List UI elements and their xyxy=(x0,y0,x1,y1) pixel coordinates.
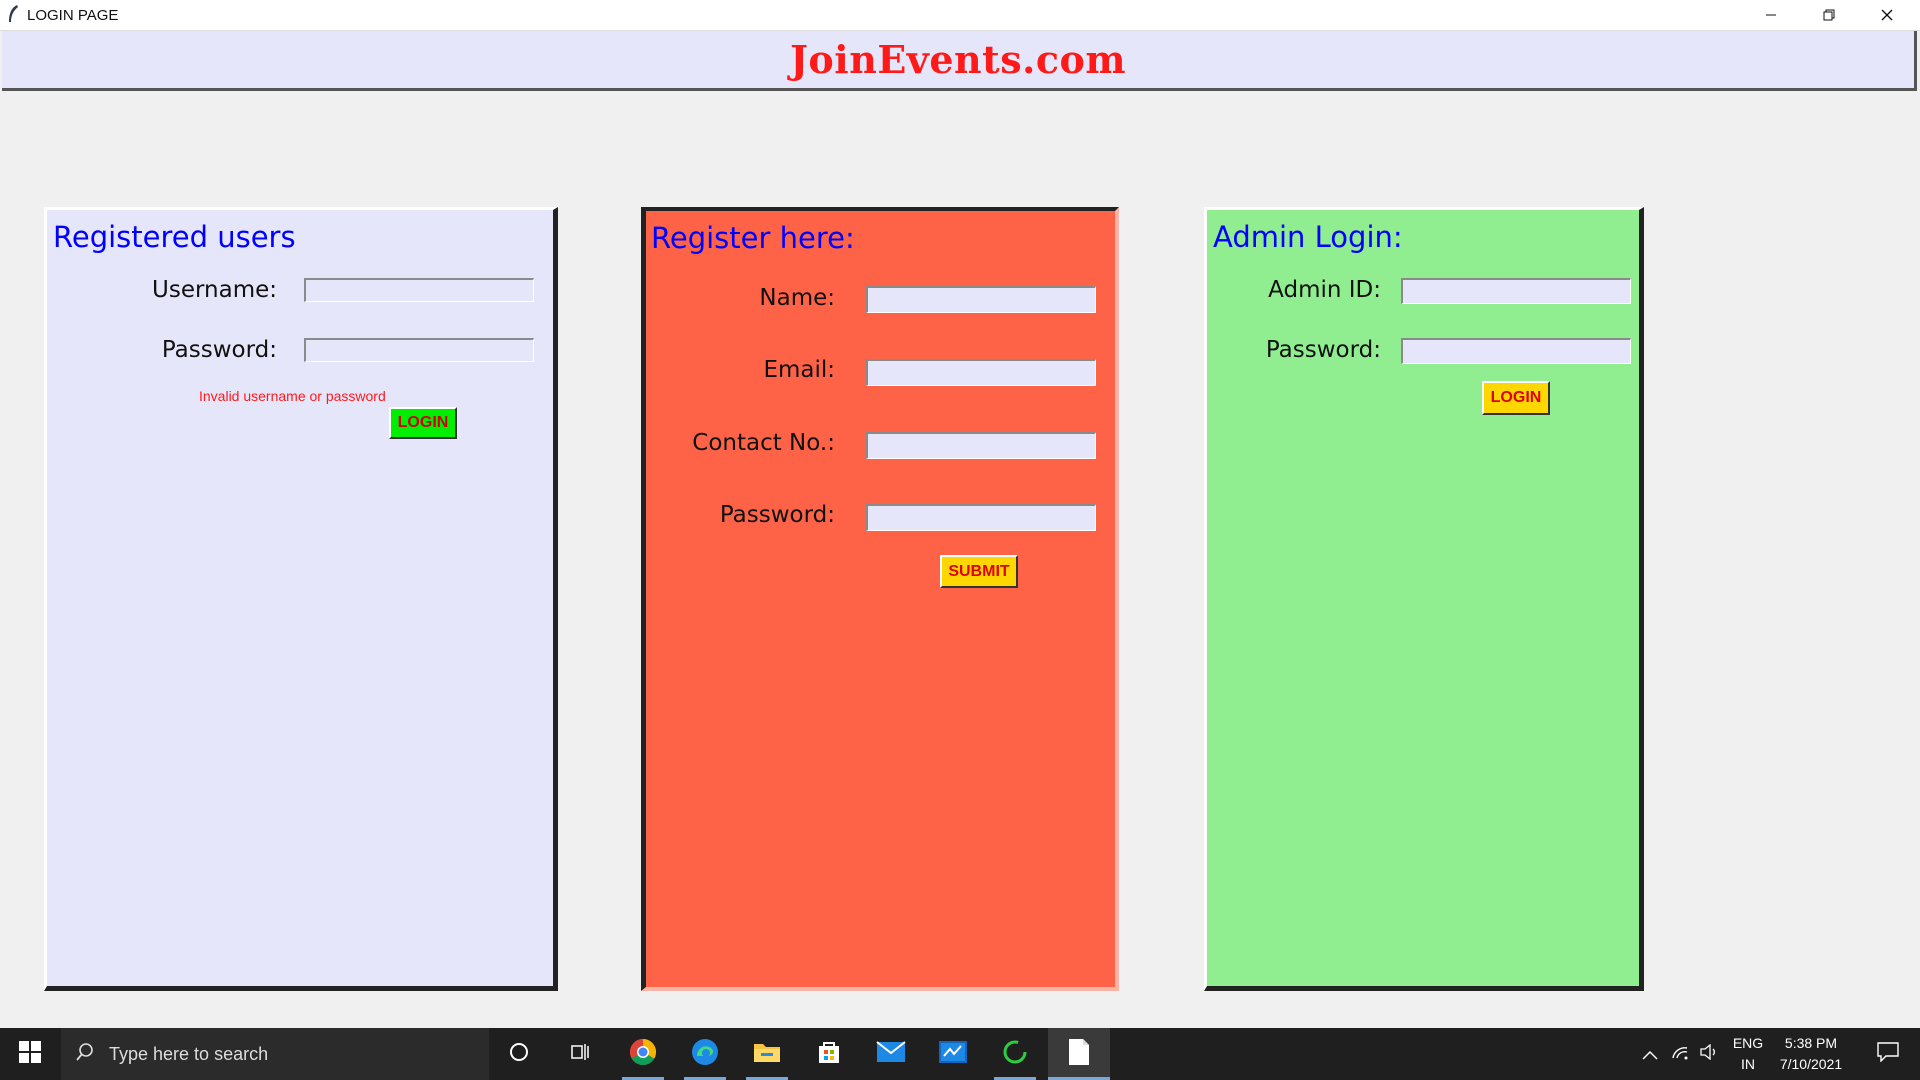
start-button[interactable] xyxy=(0,1028,60,1080)
user-login-button[interactable]: LOGIN xyxy=(389,407,457,439)
register-title: Register here: xyxy=(651,221,855,255)
window-title: LOGIN PAGE xyxy=(27,7,119,24)
minimize-button[interactable] xyxy=(1742,0,1800,30)
restore-icon xyxy=(1823,6,1835,25)
search-placeholder: Type here to search xyxy=(109,1043,269,1064)
contact-input[interactable] xyxy=(866,432,1096,459)
close-button[interactable] xyxy=(1858,0,1916,30)
network-icon xyxy=(1671,1044,1689,1064)
notepad-icon xyxy=(1068,1038,1090,1070)
restore-button[interactable] xyxy=(1800,0,1858,30)
mail-taskbar-button[interactable] xyxy=(866,1028,916,1080)
registered-users-panel: Registered users Username: Password: Inv… xyxy=(44,207,558,991)
header-banner: JoinEvents.com xyxy=(2,31,1917,91)
input-region[interactable]: IN xyxy=(1728,1056,1768,1072)
task-view-icon xyxy=(569,1041,591,1067)
contact-label: Contact No.: xyxy=(692,430,835,456)
password-label: Password: xyxy=(161,337,277,363)
admin-login-title: Admin Login: xyxy=(1213,220,1403,254)
edge-taskbar-button[interactable] xyxy=(680,1028,730,1080)
login-page-taskbar-button[interactable] xyxy=(1048,1028,1110,1080)
close-icon xyxy=(1881,6,1893,25)
edge-icon xyxy=(691,1038,719,1070)
admin-id-input[interactable] xyxy=(1401,278,1631,304)
task-view-button[interactable] xyxy=(555,1028,605,1080)
taskbar-search[interactable]: Type here to search xyxy=(61,1028,489,1080)
register-password-label: Password: xyxy=(719,502,835,528)
admin-password-input[interactable] xyxy=(1401,338,1631,364)
clock-date[interactable]: 7/10/2021 xyxy=(1770,1056,1852,1072)
store-icon xyxy=(816,1039,842,1069)
windows-taskbar: Type here to search ENG IN 5:38 PM 7/10/… xyxy=(0,1028,1920,1080)
admin-login-panel: Admin Login: Admin ID: Password: LOGIN xyxy=(1204,207,1644,991)
file-explorer-taskbar-button[interactable] xyxy=(742,1028,792,1080)
show-hidden-icons-button[interactable] xyxy=(1638,1028,1662,1080)
admin-password-label: Password: xyxy=(1265,337,1381,363)
chevron-up-icon xyxy=(1642,1045,1658,1064)
username-label: Username: xyxy=(152,277,277,303)
clock-time[interactable]: 5:38 PM xyxy=(1770,1035,1852,1051)
register-panel: Register here: Name: Email: Contact No.:… xyxy=(641,207,1119,991)
cortana-button[interactable] xyxy=(494,1028,544,1080)
volume-icon xyxy=(1699,1043,1719,1064)
volume-button[interactable] xyxy=(1696,1028,1722,1080)
error-message: Invalid username or password xyxy=(199,388,386,404)
brand-title: JoinEvents.com xyxy=(789,37,1127,82)
network-button[interactable] xyxy=(1668,1028,1692,1080)
feather-icon xyxy=(6,4,20,29)
search-icon xyxy=(75,1042,95,1067)
cortana-icon xyxy=(508,1041,530,1067)
register-password-input[interactable] xyxy=(866,504,1096,531)
loading-ring-icon xyxy=(1001,1038,1029,1070)
window-titlebar: LOGIN PAGE xyxy=(0,0,1920,31)
windows-start-icon xyxy=(19,1041,41,1067)
minimize-icon xyxy=(1765,6,1777,25)
notification-center-button[interactable] xyxy=(1864,1028,1912,1080)
chrome-icon xyxy=(629,1038,657,1070)
name-input[interactable] xyxy=(866,286,1096,313)
submit-button[interactable]: SUBMIT xyxy=(940,555,1018,588)
whiteboard-icon xyxy=(938,1040,968,1068)
notification-icon xyxy=(1877,1042,1899,1066)
email-input[interactable] xyxy=(866,359,1096,386)
store-taskbar-button[interactable] xyxy=(804,1028,854,1080)
input-language[interactable]: ENG xyxy=(1728,1035,1768,1051)
email-label: Email: xyxy=(763,357,835,383)
file-explorer-icon xyxy=(753,1040,781,1068)
chrome-taskbar-button[interactable] xyxy=(618,1028,668,1080)
username-input[interactable] xyxy=(304,278,534,302)
admin-login-button[interactable]: LOGIN xyxy=(1482,381,1550,415)
python-taskbar-button[interactable] xyxy=(990,1028,1040,1080)
mail-icon xyxy=(876,1041,906,1067)
registered-users-title: Registered users xyxy=(53,220,296,254)
name-label: Name: xyxy=(759,285,835,311)
password-input[interactable] xyxy=(304,338,534,362)
admin-id-label: Admin ID: xyxy=(1268,277,1381,303)
whiteboard-taskbar-button[interactable] xyxy=(928,1028,978,1080)
